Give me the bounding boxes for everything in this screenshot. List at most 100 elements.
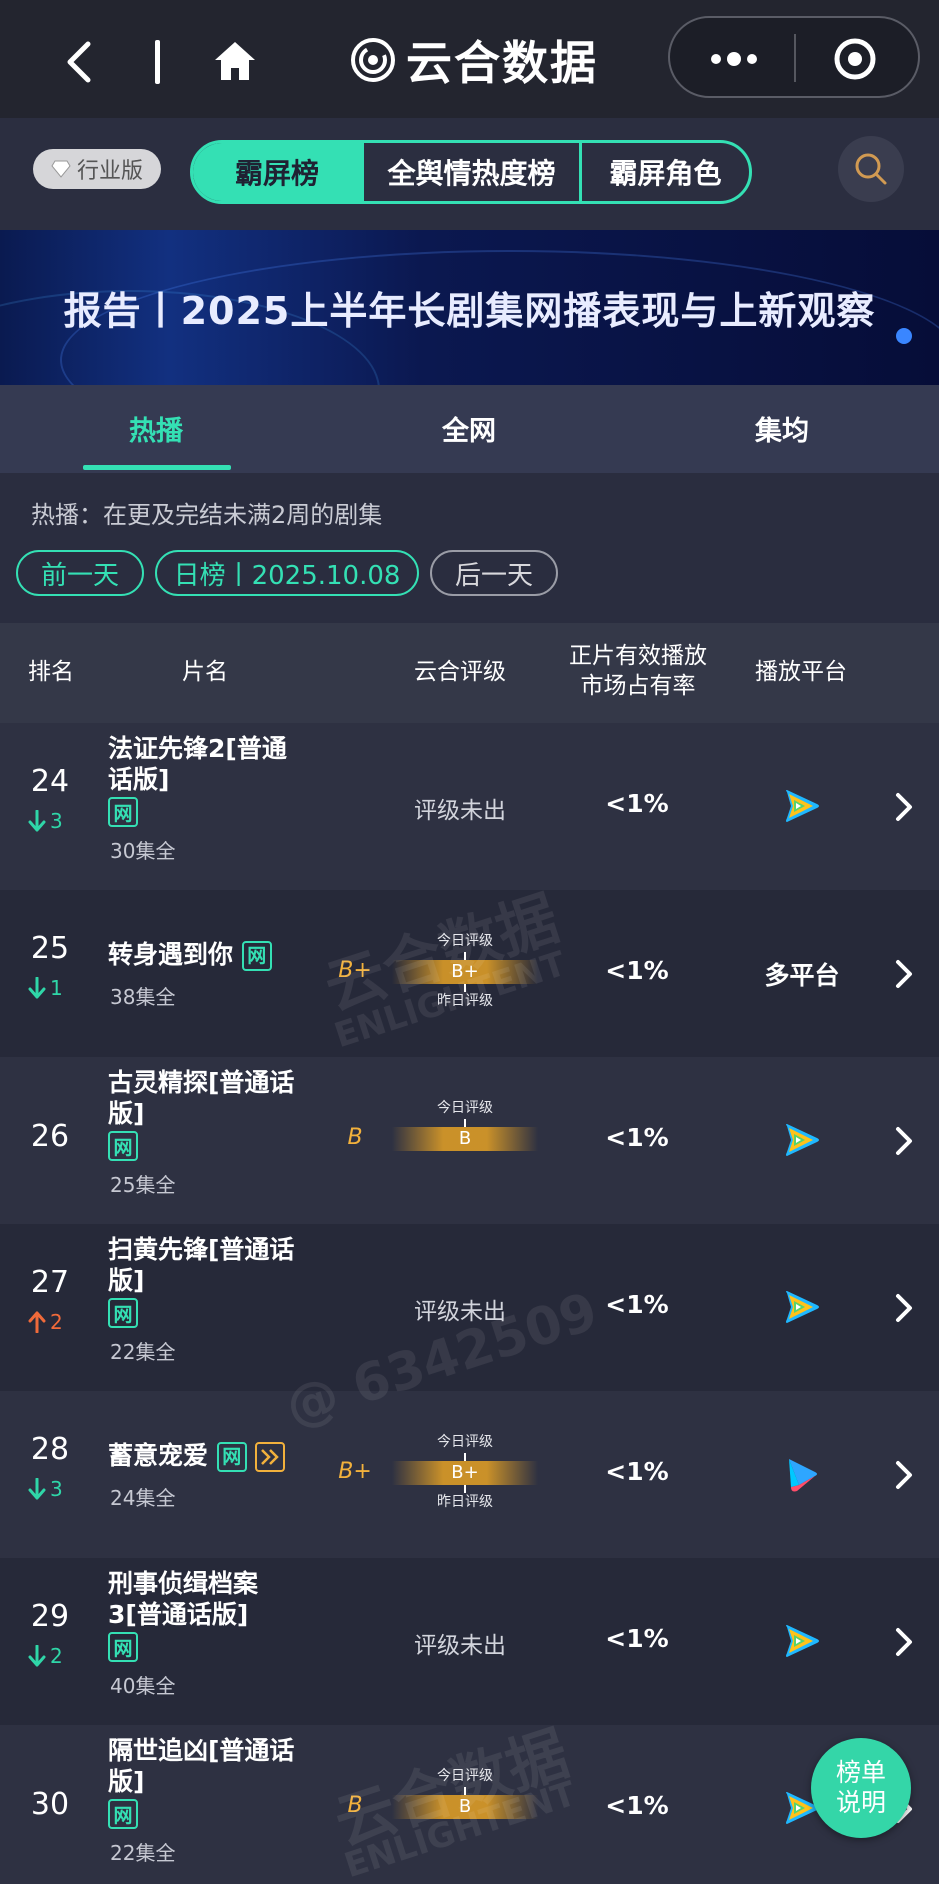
web-tag: 网 [108, 1131, 138, 1161]
table-row[interactable]: 30 隔世追凶[普通话版] 网 22集全 B 今日评级 B <1% [0, 1725, 939, 1884]
rating-pending: 评级未出 [414, 1299, 506, 1325]
market-share: <1% [605, 1290, 669, 1319]
active-tab-indicator [83, 465, 231, 470]
rank-number: 30 [30, 1787, 70, 1822]
drama-title[interactable]: 古灵精探[普通话版] [108, 1067, 308, 1129]
page: 云合数据 行业版 霸屏榜 全舆情热度榜 霸屏角色 报告丨2025上半年长剧集网播… [0, 0, 939, 1884]
date-selector[interactable]: 日榜丨2025.10.08 [155, 550, 419, 596]
drama-title-row[interactable]: 转身遇到你 网 [108, 939, 348, 971]
drama-title[interactable]: 扫黄先锋[普通话版] [108, 1234, 308, 1296]
diamond-icon [51, 160, 71, 178]
rank-change: 2 [28, 1310, 63, 1334]
tab-screen-dominance[interactable]: 霸屏榜 [193, 143, 361, 201]
rank-number: 27 [30, 1265, 70, 1300]
chevron-right-icon[interactable] [893, 958, 915, 990]
close-target-icon[interactable] [834, 38, 876, 80]
tencent-video-icon [770, 1609, 834, 1673]
search-icon [855, 153, 887, 185]
episode-count: 22集全 [110, 1841, 176, 1865]
industry-badge-label: 行业版 [76, 159, 143, 184]
col-rating: 云合评级 [414, 659, 506, 685]
rank-change-value: 3 [50, 1477, 63, 1501]
table-row[interactable]: 26 古灵精探[普通话版] 网 25集全 B 今日评级 B <1% [0, 1057, 939, 1224]
rating-grade: B+ [338, 1459, 372, 1484]
market-share: <1% [605, 1791, 669, 1820]
rating-bar-marker [464, 952, 466, 960]
back-icon[interactable] [58, 34, 98, 90]
tab-all-network[interactable]: 全网 [442, 409, 496, 448]
chevron-right-icon[interactable] [893, 791, 915, 823]
table-row[interactable]: 24 3 法证先锋2[普通话版] 网 30集全 评级未出 <1% [0, 723, 939, 890]
ranking-tab-bar: 行业版 霸屏榜 全舆情热度榜 霸屏角色 [0, 118, 939, 230]
rating-bar-marker [464, 1787, 466, 1795]
drama-title-row[interactable]: 蓄意宠爱 网 [108, 1440, 348, 1472]
table-row[interactable]: 25 1 转身遇到你 网 38集全 B+ 今日评级 B+ 昨日评级 <1% 多平台 [0, 890, 939, 1057]
tab-per-episode[interactable]: 集均 [755, 409, 809, 448]
tag-group: 网 [108, 1298, 138, 1328]
tab-hot[interactable]: 热播 [129, 409, 183, 448]
brand: 云合数据 [350, 28, 598, 92]
chevron-right-icon[interactable] [893, 1626, 915, 1658]
rating-bar-value: B+ [451, 1462, 479, 1483]
rating-grade: B [347, 1793, 363, 1818]
table-row[interactable]: 27 2 扫黄先锋[普通话版] 网 22集全 评级未出 <1% [0, 1224, 939, 1391]
drama-title[interactable]: 刑事侦缉档案3[普通话版] [108, 1568, 308, 1630]
today-rating-label: 今日评级 [437, 1768, 493, 1784]
web-tag: 网 [108, 1298, 138, 1328]
rank-change: 1 [28, 976, 63, 1000]
drama-title: 转身遇到你 [108, 940, 234, 969]
mini-program-capsule [668, 16, 920, 98]
more-icon[interactable] [704, 44, 764, 74]
industry-badge[interactable]: 行业版 [33, 149, 161, 189]
table-row[interactable]: 29 2 刑事侦缉档案3[普通话版] 网 40集全 评级未出 <1% [0, 1558, 939, 1725]
ranking-explanation-button[interactable]: 榜单 说明 [811, 1738, 911, 1838]
report-banner[interactable]: 报告丨2025上半年长剧集网播表现与上新观察 [0, 230, 939, 385]
tab-public-opinion[interactable]: 全舆情热度榜 [361, 143, 579, 201]
market-share: <1% [605, 1123, 669, 1152]
rating-bar: B+ [392, 952, 538, 992]
market-share: <1% [605, 956, 669, 985]
rank-change-value: 2 [50, 1644, 63, 1668]
drama-title[interactable]: 法证先锋2[普通话版] [108, 733, 308, 795]
web-tag: 网 [108, 797, 138, 827]
rating-bar-value: B [458, 1796, 472, 1817]
prev-day-button[interactable]: 前一天 [16, 550, 144, 596]
tag-group: 网 [108, 1632, 138, 1662]
nav-divider [155, 40, 160, 84]
today-rating-label: 今日评级 [437, 933, 493, 949]
rank-down-icon [28, 1645, 46, 1667]
table-row[interactable]: 28 3 蓄意宠爱 网 24集全 B+ 今日评级 B+ 昨日评级 <1% [0, 1391, 939, 1558]
rating-bar-value: B+ [451, 961, 479, 982]
chevron-right-icon[interactable] [893, 1292, 915, 1324]
drama-title: 蓄意宠爱 [108, 1441, 209, 1470]
rating-pending: 评级未出 [414, 1633, 506, 1659]
rank-down-icon [28, 977, 46, 999]
tag-group: 网 [108, 1131, 138, 1161]
yesterday-rating-label: 昨日评级 [437, 993, 493, 1009]
rank-number: 24 [30, 764, 70, 799]
fab-label-line1: 榜单 [835, 1758, 886, 1787]
next-day-button[interactable]: 后一天 [430, 550, 558, 596]
tab-characters[interactable]: 霸屏角色 [579, 143, 749, 201]
rating-bar-marker [464, 1119, 466, 1127]
chevron-right-icon[interactable] [893, 1125, 915, 1157]
rating-grade: B+ [338, 958, 372, 983]
capsule-divider [794, 34, 796, 82]
rank-change: 3 [28, 1477, 63, 1501]
table-header: 排名 片名 云合评级 正片有效播放 市场占有率 播放平台 [0, 623, 939, 723]
info-area: 热播：在更及完结未满2周的剧集 前一天 日榜丨2025.10.08 后一天 [0, 473, 939, 623]
market-share: <1% [605, 1624, 669, 1653]
rank-change-value: 1 [50, 976, 63, 1000]
chevron-right-icon[interactable] [893, 1459, 915, 1491]
search-button[interactable] [838, 136, 904, 202]
col-rank: 排名 [28, 659, 74, 685]
rating-bar: B+ [392, 1453, 538, 1493]
col-share-line1: 正片有效播放 [569, 643, 707, 669]
home-icon[interactable] [210, 36, 260, 86]
drama-title[interactable]: 隔世追凶[普通话版] [108, 1735, 308, 1797]
rating-bar-marker [464, 1453, 466, 1461]
today-rating-label: 今日评级 [437, 1434, 493, 1450]
web-tag: 网 [216, 1442, 247, 1472]
episode-count: 30集全 [110, 839, 176, 863]
rank-up-icon [28, 1311, 46, 1333]
